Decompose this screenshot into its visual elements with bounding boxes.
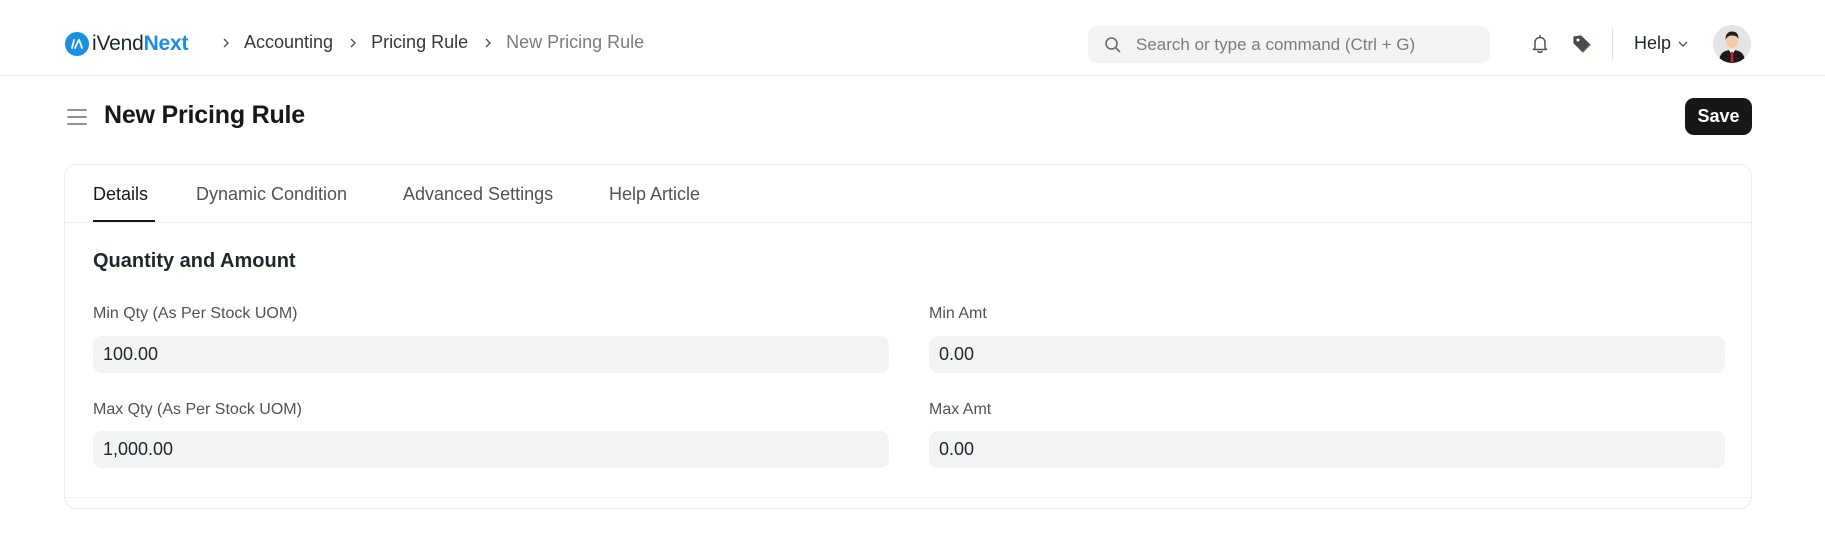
navbar-divider (1612, 28, 1613, 60)
sidebar-toggle-button[interactable] (66, 107, 88, 127)
tag-icon (1573, 35, 1591, 53)
section-divider (65, 497, 1751, 498)
tab-dynamic-condition[interactable]: Dynamic Condition (196, 184, 347, 205)
awesomebar-search (1088, 26, 1490, 63)
min-qty-input[interactable] (93, 336, 889, 373)
user-avatar[interactable] (1713, 25, 1751, 63)
max-qty-input[interactable] (93, 431, 889, 468)
breadcrumb-accounting[interactable]: Accounting (244, 32, 333, 53)
navbar: iVendNext Accounting Pricing Rule New Pr… (0, 0, 1825, 76)
section-title: Quantity and Amount (93, 250, 296, 272)
chevron-right-icon (347, 37, 359, 49)
max-amt-input[interactable] (929, 431, 1725, 468)
tab-help-article[interactable]: Help Article (609, 184, 700, 205)
tags-button[interactable] (1570, 32, 1594, 56)
active-tab-indicator (93, 220, 155, 222)
avatar-person-icon (1713, 25, 1751, 63)
breadcrumb-pricing-rule[interactable]: Pricing Rule (371, 32, 468, 53)
notifications-button[interactable] (1528, 32, 1552, 56)
chevron-right-icon (482, 37, 494, 49)
breadcrumb: Accounting Pricing Rule New Pricing Rule (216, 32, 644, 53)
help-label: Help (1634, 33, 1672, 53)
save-button[interactable]: Save (1685, 98, 1752, 135)
tab-advanced-settings[interactable]: Advanced Settings (403, 184, 553, 205)
page-title: New Pricing Rule (104, 101, 306, 129)
search-input[interactable] (1088, 26, 1490, 63)
min-amt-input[interactable] (929, 336, 1725, 373)
hamburger-icon (67, 109, 87, 125)
max-qty-label: Max Qty (As Per Stock UOM) (93, 401, 302, 418)
brand-logo-icon (65, 32, 89, 56)
bell-icon (1532, 34, 1548, 53)
tab-details[interactable]: Details (93, 184, 148, 205)
chevron-right-icon (220, 37, 232, 49)
help-dropdown[interactable]: Help (1634, 33, 1689, 54)
breadcrumb-current: New Pricing Rule (506, 32, 645, 52)
brand-name: iVendNext (92, 32, 189, 55)
form-tabs: Details Dynamic Condition Advanced Setti… (65, 165, 1751, 223)
max-amt-label: Max Amt (929, 401, 992, 418)
min-amt-label: Min Amt (929, 305, 987, 322)
search-icon (1105, 37, 1121, 53)
min-qty-label: Min Qty (As Per Stock UOM) (93, 305, 298, 322)
brand-logo-link[interactable]: iVendNext (65, 31, 188, 57)
form-card: Details Dynamic Condition Advanced Setti… (64, 164, 1752, 509)
chevron-down-icon (1678, 41, 1688, 47)
